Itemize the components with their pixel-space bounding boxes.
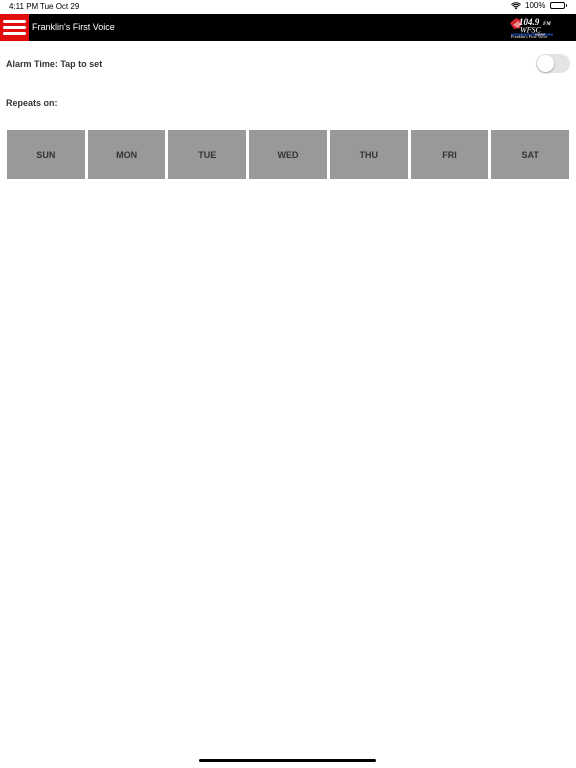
repeat-days: SUN MON TUE WED THU FRI SAT <box>7 130 570 179</box>
wifi-icon <box>511 1 522 10</box>
status-time: 4:11 PM <box>9 2 39 11</box>
day-button-tue[interactable]: TUE <box>168 130 247 179</box>
repeats-label: Repeats on: <box>6 98 58 108</box>
hamburger-menu-icon <box>3 20 26 23</box>
home-indicator[interactable] <box>199 759 376 762</box>
status-indicators: 100% <box>511 1 567 10</box>
day-button-wed[interactable]: WED <box>249 130 327 179</box>
day-button-sun[interactable]: SUN <box>7 130 85 179</box>
alarm-time-row[interactable]: Alarm Time: Tap to set <box>0 50 576 78</box>
alarm-toggle[interactable] <box>536 54 570 73</box>
status-date: Tue Oct 29 <box>40 2 80 11</box>
day-button-mon[interactable]: MON <box>87 130 166 179</box>
station-logo: 104.9 FM WFSC 1050AM Franklin's First Vo… <box>508 15 556 40</box>
alarm-screen: 4:11 PM Tue Oct 29 100% Franklin's First… <box>0 0 576 768</box>
battery-percentage: 100% <box>525 1 546 10</box>
toggle-knob <box>537 55 554 72</box>
battery-icon <box>549 2 567 9</box>
logo-tagline: Franklin's First Voice <box>511 34 548 39</box>
day-button-sat[interactable]: SAT <box>491 130 570 179</box>
day-button-thu[interactable]: THU <box>329 130 408 179</box>
app-title: Franklin's First Voice <box>32 22 115 32</box>
logo-band: FM <box>543 22 551 27</box>
app-header: Franklin's First Voice 104.9 FM WFSC 105… <box>0 14 576 41</box>
menu-button[interactable] <box>0 14 29 41</box>
day-button-fri[interactable]: FRI <box>410 130 489 179</box>
alarm-time-label[interactable]: Alarm Time: Tap to set <box>6 59 102 69</box>
status-bar: 4:11 PM Tue Oct 29 100% <box>0 0 576 13</box>
